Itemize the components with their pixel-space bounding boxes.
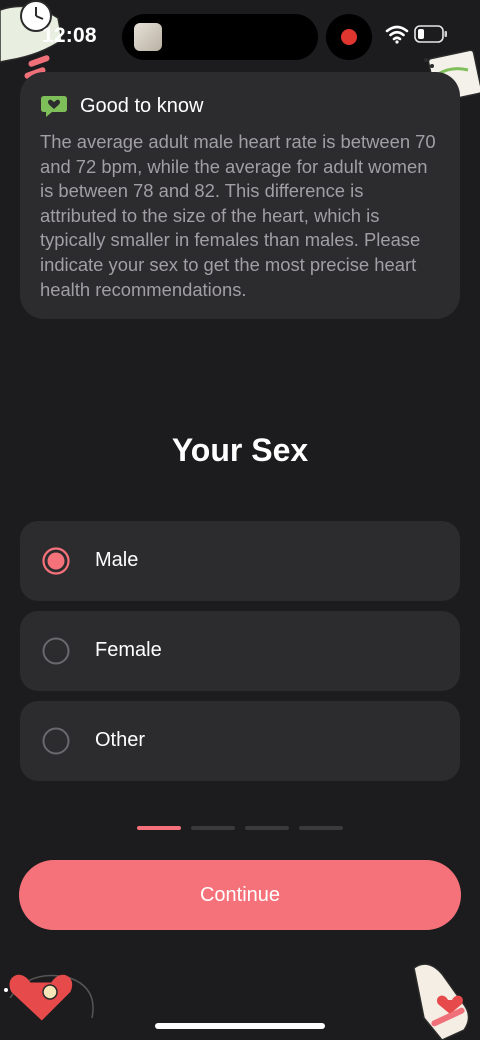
progress-segment (191, 826, 235, 830)
option-label: Female (95, 639, 162, 661)
hands-heart-illustration-icon (413, 963, 470, 1040)
option-label: Male (95, 549, 139, 571)
info-card-header: Good to know (40, 94, 203, 118)
home-indicator[interactable] (155, 1023, 325, 1029)
option-other[interactable]: Other (20, 701, 460, 781)
step-progress-indicator (137, 826, 353, 830)
good-to-know-card: Good to know The average adult male hear… (20, 72, 460, 319)
info-card-title: Good to know (80, 94, 204, 117)
radio-selected-icon[interactable] (42, 547, 70, 575)
screen-recording-indicator (326, 14, 372, 60)
status-time: 12:08 (42, 24, 97, 47)
option-female[interactable]: Female (20, 611, 460, 691)
progress-segment (245, 826, 289, 830)
page-title: Your Sex (171, 432, 309, 468)
progress-segment (299, 826, 343, 830)
radio-unselected-icon[interactable] (42, 637, 70, 665)
heart-chat-icon (41, 96, 67, 117)
radio-unselected-icon[interactable] (42, 727, 70, 755)
option-male[interactable]: Male (20, 521, 460, 601)
status-bar: 12:08 (0, 0, 480, 72)
now-playing-thumbnail (134, 23, 162, 51)
dynamic-island (122, 14, 318, 60)
continue-button[interactable]: Continue (19, 860, 461, 930)
wifi-icon (385, 25, 409, 44)
progress-segment-active (137, 826, 181, 830)
onboarding-screen: 12:08 Good to know The average adult mal… (0, 0, 480, 1040)
battery-icon (414, 25, 447, 43)
option-label: Other (95, 729, 146, 751)
recording-dot-icon (341, 29, 357, 45)
info-card-body: The average adult male heart rate is bet… (40, 131, 436, 300)
heart-stethoscope-illustration-icon (4, 974, 94, 1021)
